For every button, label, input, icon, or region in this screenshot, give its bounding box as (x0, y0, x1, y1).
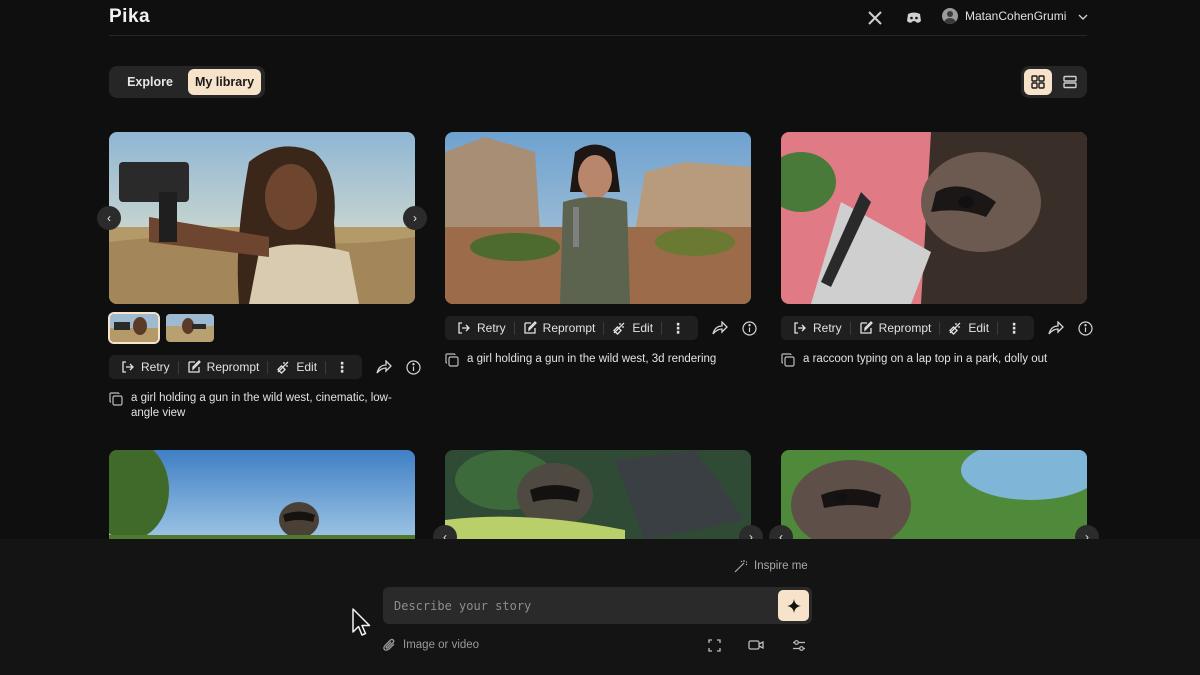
info-icon[interactable] (1078, 320, 1093, 336)
share-icon[interactable] (1048, 320, 1064, 336)
magic-wand-icon (734, 560, 748, 573)
copy-icon[interactable] (109, 392, 123, 406)
header-divider (109, 35, 1087, 36)
edit-label: Edit (632, 321, 654, 335)
retry-label: Retry (141, 360, 170, 374)
video-card-6-preview[interactable] (781, 450, 1087, 550)
reprompt-icon (860, 321, 873, 334)
paperclip-icon (383, 638, 395, 651)
list-view-icon[interactable] (1056, 69, 1084, 95)
settings-sliders-icon[interactable] (791, 637, 807, 653)
card-2-action-bar: Retry Reprompt Edit ⋮ (445, 316, 699, 340)
share-icon[interactable] (376, 359, 392, 375)
retry-icon (122, 361, 134, 373)
retry-button[interactable]: Retry (113, 355, 178, 379)
card-1-thumbnail-2[interactable] (166, 314, 214, 342)
retry-button[interactable]: Retry (785, 316, 850, 340)
retry-button[interactable]: Retry (449, 316, 514, 340)
attach-media-button[interactable]: Image or video (383, 638, 479, 652)
card-3-prompt-text: a raccoon typing on a lap top in a park,… (803, 353, 1048, 365)
reprompt-label: Reprompt (206, 360, 260, 374)
card-1-thumbnail-1[interactable] (108, 312, 160, 344)
copy-icon[interactable] (781, 353, 795, 367)
retry-icon (794, 322, 806, 334)
more-options-icon[interactable]: ⋮ (662, 320, 694, 337)
generate-button[interactable] (778, 590, 809, 621)
reprompt-button[interactable]: Reprompt (179, 355, 268, 379)
user-name: MatanCohenGrumi (965, 9, 1067, 23)
prompt-box (383, 587, 812, 624)
card-2-caption: a girl holding a gun in the wild west, 3… (445, 352, 751, 367)
card-3-action-bar: Retry Reprompt Edit ⋮ (781, 316, 1035, 340)
view-toggle (1021, 66, 1087, 98)
card-2-actions: Retry Reprompt Edit ⋮ (445, 316, 757, 340)
card-1-actions: Retry Reprompt Edit ⋮ (109, 355, 421, 379)
share-icon[interactable] (712, 320, 728, 336)
x-logo-icon[interactable] (866, 9, 884, 27)
retry-label: Retry (813, 321, 842, 335)
more-options-icon[interactable]: ⋮ (998, 320, 1030, 337)
sparkle-icon (786, 598, 801, 613)
edit-button[interactable]: Edit (940, 316, 997, 340)
user-menu[interactable]: MatanCohenGrumi (942, 8, 1088, 24)
reprompt-label: Reprompt (878, 321, 932, 335)
tab-my-library[interactable]: My library (188, 69, 261, 95)
info-icon[interactable] (406, 359, 421, 375)
info-icon[interactable] (742, 320, 757, 336)
discord-icon[interactable] (905, 9, 923, 27)
reprompt-icon (524, 321, 537, 334)
retry-label: Retry (477, 321, 506, 335)
reprompt-button[interactable]: Reprompt (851, 316, 940, 340)
edit-label: Edit (968, 321, 990, 335)
grid-view-icon[interactable] (1024, 69, 1052, 95)
video-card-1-preview[interactable] (109, 132, 415, 304)
aspect-ratio-icon[interactable] (706, 637, 722, 653)
inspire-me-button[interactable]: Inspire me (734, 559, 808, 573)
card-1-prompt-text: a girl holding a gun in the wild west, c… (131, 392, 392, 419)
card-2-prompt-text: a girl holding a gun in the wild west, 3… (467, 353, 717, 365)
edit-button[interactable]: Edit (268, 355, 325, 379)
attach-label: Image or video (403, 639, 480, 651)
library-tabs: Explore My library (109, 66, 265, 98)
edit-label: Edit (296, 360, 318, 374)
more-options-icon[interactable]: ⋮ (326, 359, 358, 376)
edit-button[interactable]: Edit (604, 316, 661, 340)
card-1-action-bar: Retry Reprompt Edit ⋮ (109, 355, 363, 379)
retry-icon (458, 322, 470, 334)
pika-logo[interactable]: Pika (109, 6, 150, 28)
inspire-label: Inspire me (754, 560, 808, 572)
copy-icon[interactable] (445, 353, 459, 367)
card-3-actions: Retry Reprompt Edit ⋮ (781, 316, 1093, 340)
top-bar: Pika MatanCohenGrumi (0, 0, 1200, 36)
card-1-caption: a girl holding a gun in the wild west, c… (109, 391, 415, 421)
tab-explore[interactable]: Explore (112, 69, 188, 95)
video-card-2-preview[interactable] (445, 132, 751, 304)
card-1-next-arrow[interactable]: › (403, 206, 427, 230)
magic-wand-icon (613, 322, 625, 335)
mouse-pointer-icon (352, 608, 372, 638)
video-card-5-preview[interactable] (445, 450, 751, 550)
card-3-caption: a raccoon typing on a lap top in a park,… (781, 352, 1087, 367)
story-prompt-input[interactable] (383, 587, 763, 624)
avatar (942, 8, 958, 24)
reprompt-button[interactable]: Reprompt (515, 316, 604, 340)
reprompt-icon (188, 360, 201, 373)
video-camera-icon[interactable] (748, 637, 764, 653)
chevron-down-icon (1078, 9, 1088, 23)
magic-wand-icon (949, 322, 961, 335)
reprompt-label: Reprompt (542, 321, 596, 335)
video-card-3-preview[interactable] (781, 132, 1087, 304)
video-card-4-preview[interactable] (109, 450, 415, 550)
card-1-prev-arrow[interactable]: ‹ (97, 206, 121, 230)
magic-wand-icon (277, 361, 289, 374)
